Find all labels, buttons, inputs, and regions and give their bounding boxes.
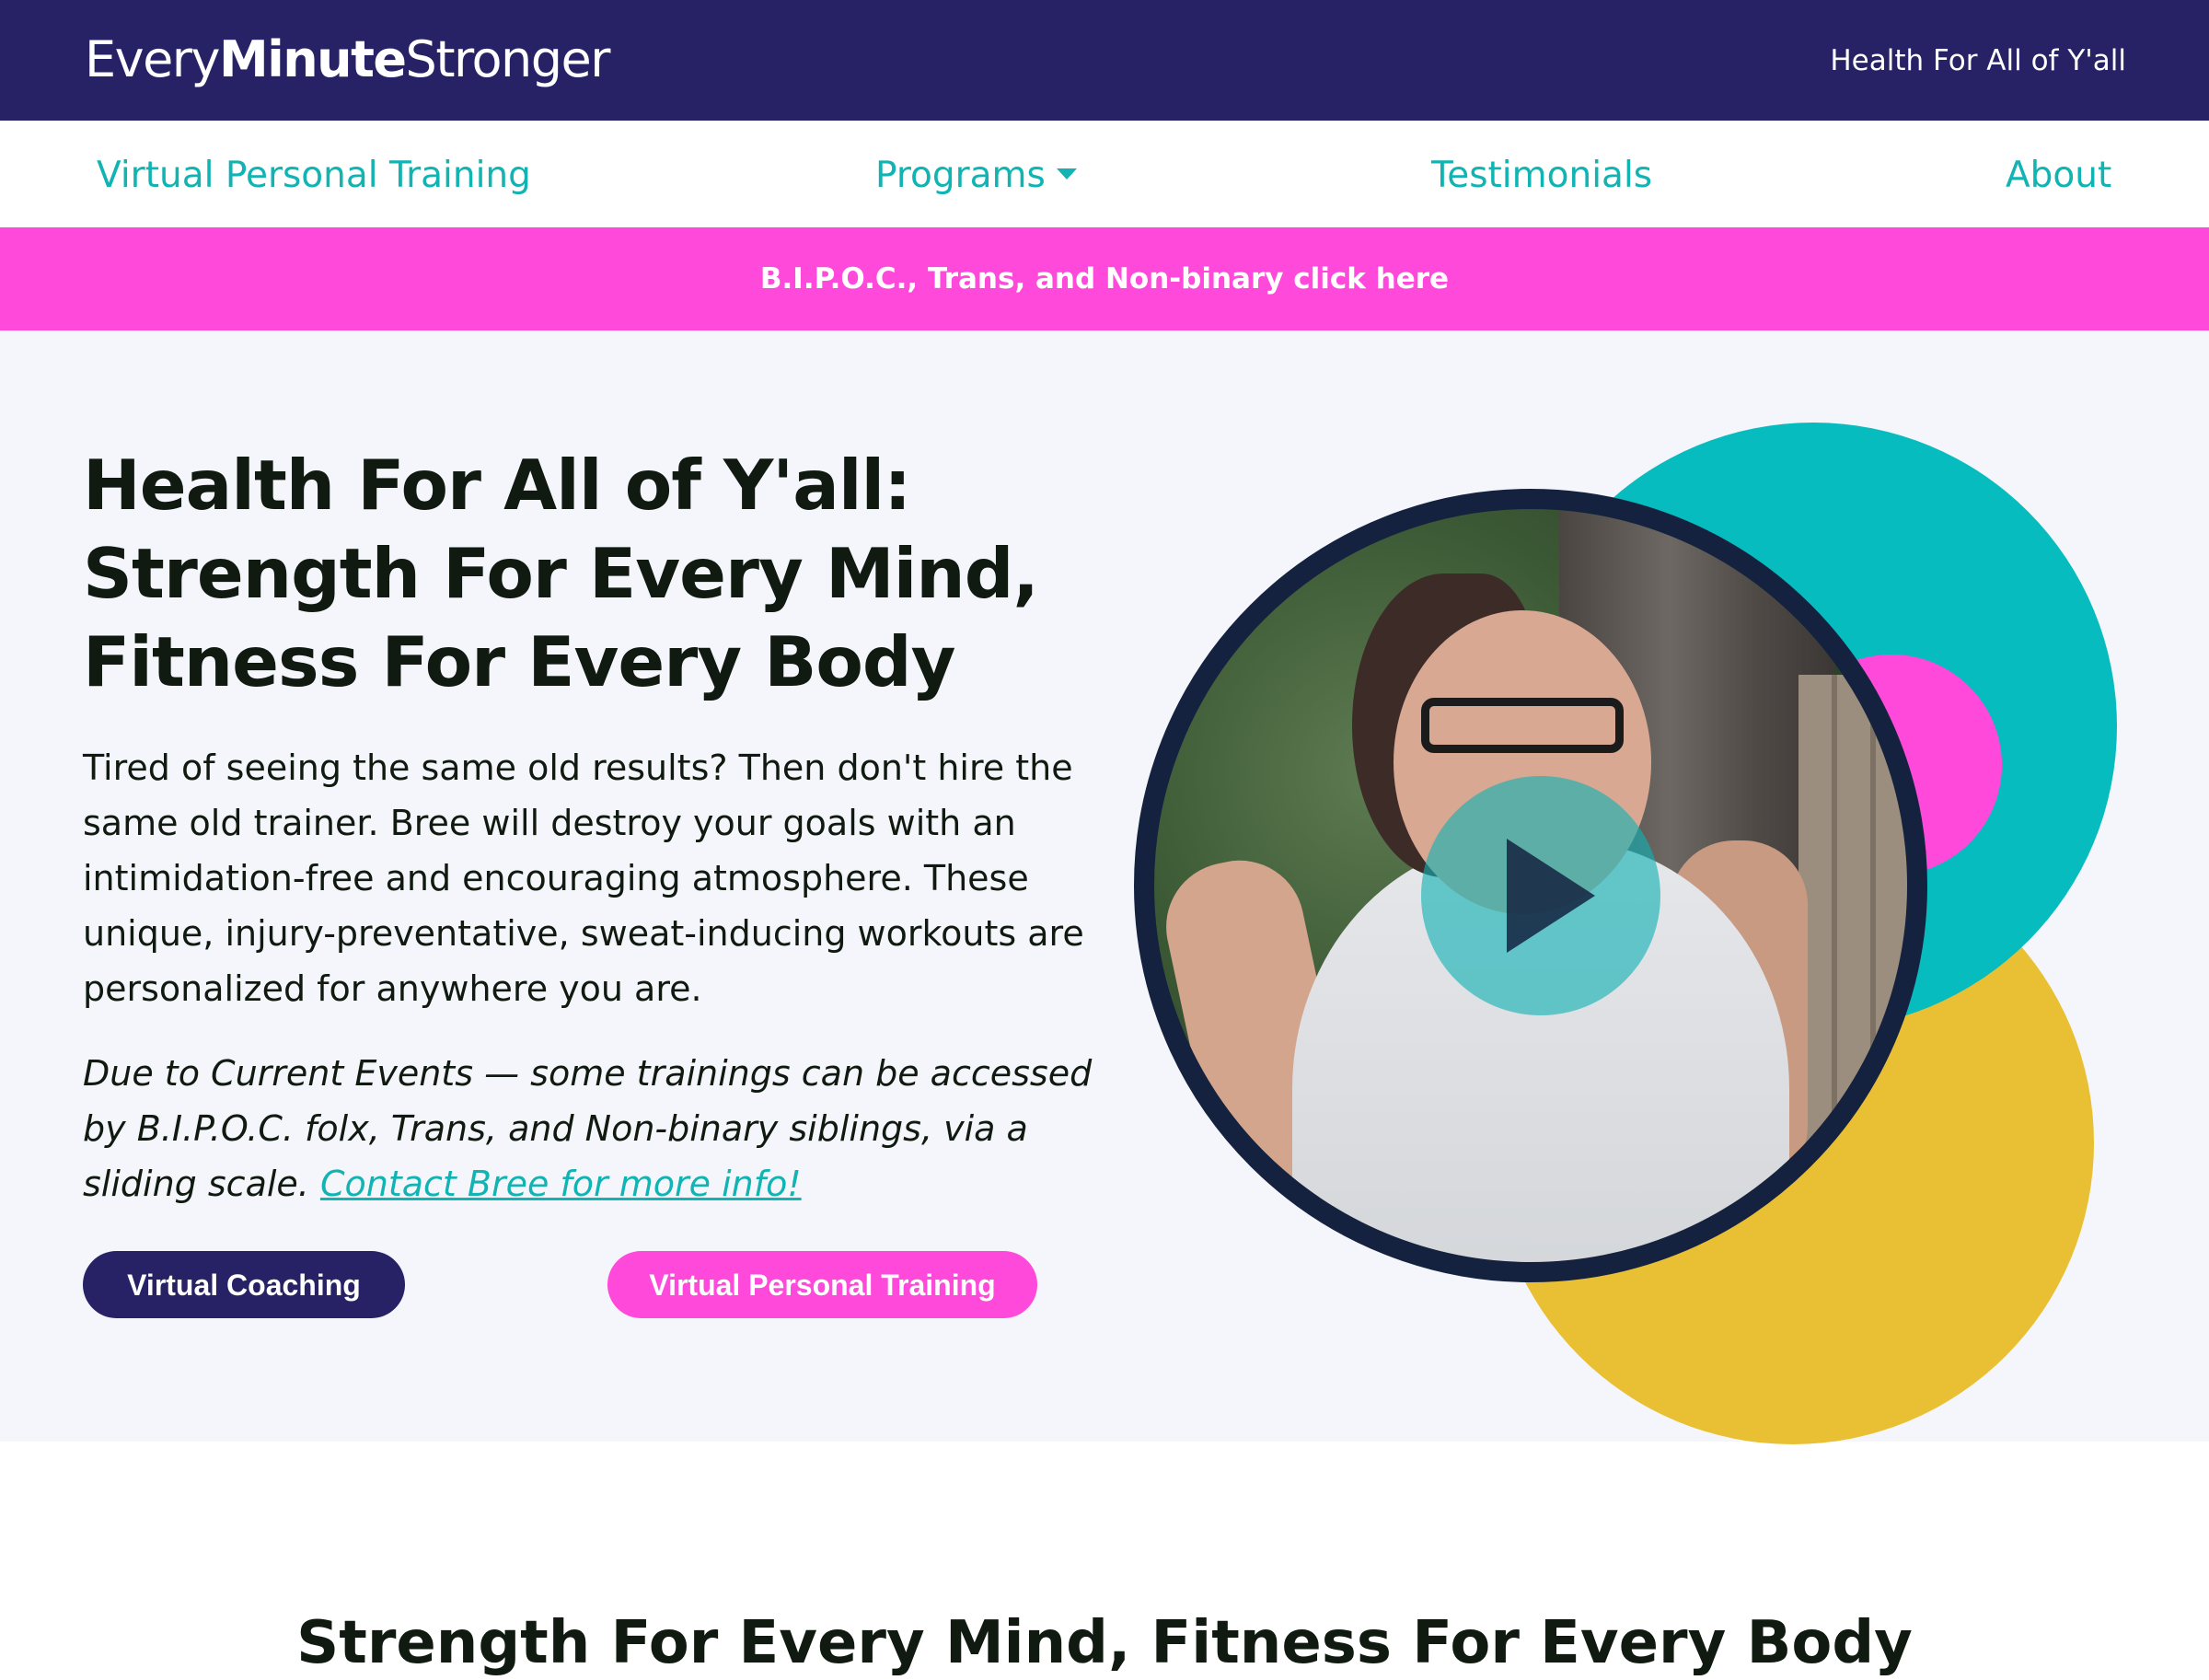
hero-note: Due to Current Events — some trainings c… bbox=[83, 1046, 1095, 1211]
chevron-down-icon bbox=[1056, 168, 1077, 180]
hero-description: Tired of seeing the same old results? Th… bbox=[83, 747, 1084, 1009]
top-bar: EveryMinuteStronger Health For All of Y'… bbox=[0, 0, 2209, 121]
play-video-button[interactable] bbox=[1421, 776, 1660, 1015]
nav-about[interactable]: About bbox=[2006, 154, 2111, 198]
site-tagline: Health For All of Y'all bbox=[1830, 44, 2126, 77]
logo-stronger: Stronger bbox=[405, 30, 611, 88]
nav-testimonials[interactable]: Testimonials bbox=[1431, 154, 1652, 198]
nav-virtual-personal-training[interactable]: Virtual Personal Training bbox=[97, 154, 531, 198]
nav-programs-label: Programs bbox=[875, 155, 1046, 196]
bipoc-banner-link[interactable]: B.I.P.O.C., Trans, and Non-binary click … bbox=[0, 227, 2209, 330]
hero-section: Health For All of Y'all: Strength For Ev… bbox=[0, 330, 2209, 1444]
hero-title: Health For All of Y'all: Strength For Ev… bbox=[83, 441, 1151, 706]
hero-title-line-3: Fitness For Every Body bbox=[83, 621, 956, 702]
section-heading: Strength For Every Mind, Fitness For Eve… bbox=[296, 1609, 1913, 1677]
virtual-personal-training-button[interactable]: Virtual Personal Training bbox=[607, 1251, 1037, 1318]
site-logo[interactable]: EveryMinuteStronger bbox=[85, 28, 611, 92]
photo-person-glasses bbox=[1421, 698, 1624, 753]
nav-programs-dropdown[interactable]: Programs bbox=[875, 154, 1077, 198]
hero-title-line-2: Strength For Every Mind, bbox=[83, 533, 1039, 614]
hero-title-line-1: Health For All of Y'all: bbox=[83, 445, 911, 526]
play-icon bbox=[1507, 839, 1595, 953]
virtual-coaching-button[interactable]: Virtual Coaching bbox=[83, 1251, 405, 1318]
logo-every: Every bbox=[85, 30, 220, 88]
contact-bree-link[interactable]: Contact Bree for more info! bbox=[320, 1164, 802, 1204]
intro-video-thumbnail[interactable] bbox=[1134, 489, 1927, 1282]
main-nav: Virtual Personal Training Programs Testi… bbox=[0, 121, 2209, 227]
logo-minute: Minute bbox=[218, 30, 407, 88]
